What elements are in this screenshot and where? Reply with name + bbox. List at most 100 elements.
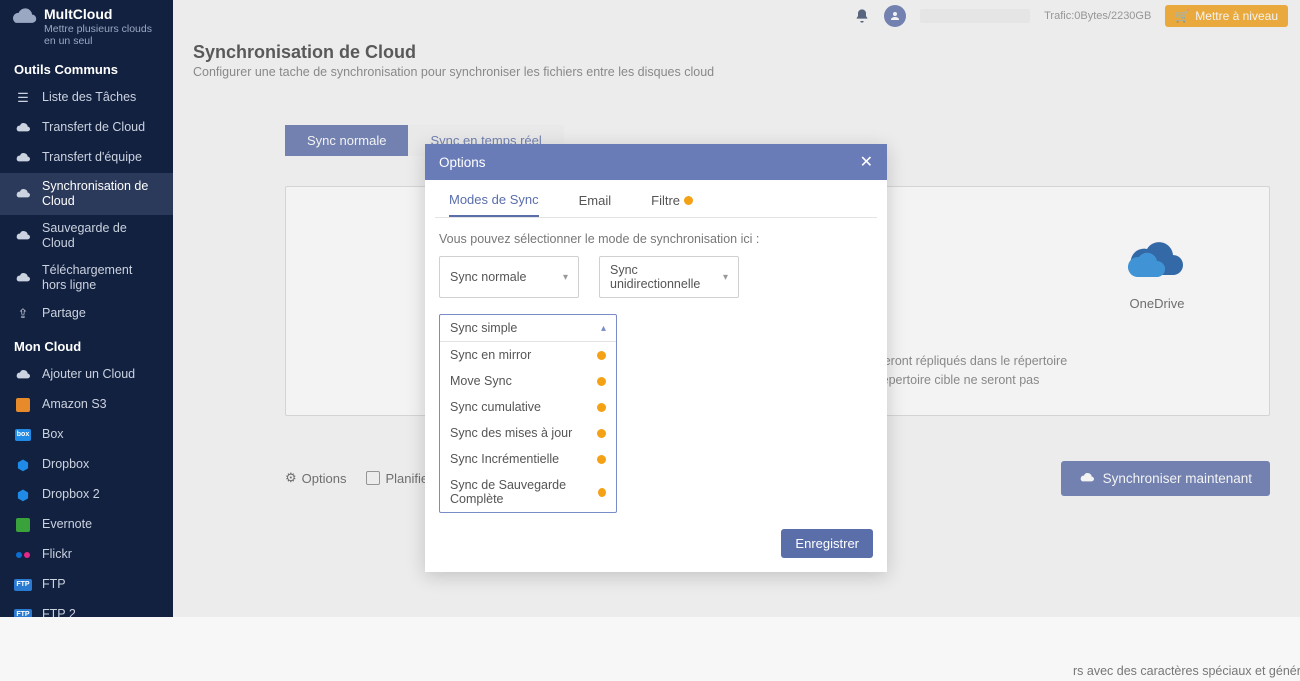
nav-box[interactable]: box Box bbox=[0, 420, 173, 450]
dropdown-item-update[interactable]: Sync des mises à jour bbox=[440, 420, 616, 446]
upgrade-button[interactable]: 🛒 Mettre à niveau bbox=[1165, 5, 1288, 27]
dropdown-item-full-backup[interactable]: Sync de Sauvegarde Complète bbox=[440, 472, 616, 512]
cloud-icon bbox=[14, 149, 32, 167]
cloud-icon bbox=[14, 269, 32, 287]
modal-hint: Vous pouvez sélectionner le mode de sync… bbox=[439, 232, 873, 246]
ftp-icon: FTP bbox=[14, 606, 32, 617]
brand-subtitle: Mettre plusieurs clouds en un seul bbox=[44, 23, 163, 48]
sync-footnote: rs avec des caractères spéciaux et génér… bbox=[1073, 662, 1300, 681]
brand[interactable]: MultCloud Mettre plusieurs clouds en un … bbox=[0, 0, 173, 52]
sync-mode-dropdown-list: Sync en mirror Move Sync Sync cumulative… bbox=[440, 342, 616, 512]
nav-offline-download[interactable]: Téléchargement hors ligne bbox=[0, 257, 173, 299]
evernote-icon bbox=[14, 516, 32, 534]
cloud-icon bbox=[14, 119, 32, 137]
box-icon: box bbox=[14, 426, 32, 444]
nav-label: Flickr bbox=[42, 547, 72, 562]
chevron-down-icon: ▾ bbox=[723, 272, 728, 283]
dropdown-item-mirror[interactable]: Sync en mirror bbox=[440, 342, 616, 368]
amazon-s3-icon bbox=[14, 396, 32, 414]
badge-icon bbox=[597, 351, 606, 360]
tab-filter-label: Filtre bbox=[651, 193, 680, 208]
page-subtitle: Configurer une tache de synchronisation … bbox=[193, 65, 1280, 79]
nav-cloud-backup[interactable]: Sauvegarde de Cloud bbox=[0, 215, 173, 257]
nav-label: FTP bbox=[42, 577, 66, 592]
dropbox-icon: ⬢ bbox=[14, 486, 32, 504]
nav-team-transfer[interactable]: Transfert d'équipe bbox=[0, 143, 173, 173]
dropdown-item-cumulative[interactable]: Sync cumulative bbox=[440, 394, 616, 420]
options-link[interactable]: ⚙ Options bbox=[285, 470, 346, 486]
dropdown-item-move[interactable]: Move Sync bbox=[440, 368, 616, 394]
nav-flickr[interactable]: Flickr bbox=[0, 540, 173, 570]
nav-share[interactable]: ⇪ Partage bbox=[0, 299, 173, 329]
sync-direction-select[interactable]: Sync unidirectionnelle ▾ bbox=[599, 256, 739, 298]
chevron-down-icon: ▾ bbox=[563, 272, 568, 283]
gear-icon: ⚙ bbox=[285, 470, 297, 486]
schedule-toggle[interactable]: Planifier bbox=[366, 471, 432, 486]
ftp-icon: FTP bbox=[14, 576, 32, 594]
onedrive-icon bbox=[1125, 239, 1189, 281]
tab-sync-modes[interactable]: Modes de Sync bbox=[449, 192, 539, 217]
nav-label: Evernote bbox=[42, 517, 92, 532]
username-placeholder bbox=[920, 9, 1030, 23]
tab-normal-sync[interactable]: Sync normale bbox=[285, 125, 408, 156]
sync-type-select[interactable]: Sync normale ▾ bbox=[439, 256, 579, 298]
checkbox-icon bbox=[366, 471, 380, 485]
nav-label: Partage bbox=[42, 306, 86, 321]
nav-ftp[interactable]: FTP FTP bbox=[0, 570, 173, 600]
upgrade-label: Mettre à niveau bbox=[1195, 9, 1278, 23]
target-cloud-label: OneDrive bbox=[1125, 296, 1189, 311]
cloud-sync-icon bbox=[1079, 472, 1095, 484]
nav-amazon-s3[interactable]: Amazon S3 bbox=[0, 390, 173, 420]
dropdown-item-incremental[interactable]: Sync Incrémentielle bbox=[440, 446, 616, 472]
nav-label: Ajouter un Cloud bbox=[42, 367, 135, 382]
nav-ftp-2[interactable]: FTP FTP 2 bbox=[0, 600, 173, 617]
close-icon[interactable]: ✕ bbox=[860, 152, 873, 172]
sync-direction-value: Sync unidirectionnelle bbox=[610, 263, 723, 291]
brand-name: MultCloud bbox=[44, 6, 163, 23]
sync-type-value: Sync normale bbox=[450, 270, 526, 284]
nav-label: Box bbox=[42, 427, 64, 442]
options-label: Options bbox=[302, 471, 347, 486]
target-cloud-onedrive[interactable]: OneDrive bbox=[1125, 239, 1189, 311]
badge-icon bbox=[598, 488, 606, 497]
user-icon bbox=[889, 10, 901, 22]
nav-add-cloud[interactable]: Ajouter un Cloud bbox=[0, 360, 173, 390]
modal-header: Options ✕ bbox=[425, 144, 887, 180]
modal-title: Options bbox=[439, 155, 486, 170]
list-icon: ☰ bbox=[14, 89, 32, 107]
section-my-cloud: Mon Cloud bbox=[0, 329, 173, 360]
nav-dropbox-2[interactable]: ⬢ Dropbox 2 bbox=[0, 480, 173, 510]
mode-select-row: Sync normale ▾ Sync unidirectionnelle ▾ bbox=[439, 256, 873, 298]
nav-label: Dropbox 2 bbox=[42, 487, 100, 502]
sidebar: MultCloud Mettre plusieurs clouds en un … bbox=[0, 0, 173, 617]
traffic-label: Trafic:0Bytes/2230GB bbox=[1044, 10, 1151, 22]
page-title: Synchronisation de Cloud bbox=[193, 42, 1280, 63]
options-modal: Options ✕ Modes de Sync Email Filtre Vou… bbox=[425, 144, 887, 572]
badge-icon bbox=[597, 403, 606, 412]
sync-mode-current-value: Sync simple bbox=[450, 321, 517, 335]
nav-label: Amazon S3 bbox=[42, 397, 107, 412]
nav-cloud-sync[interactable]: Synchronisation de Cloud bbox=[0, 173, 173, 215]
cloud-icon bbox=[14, 185, 32, 203]
share-icon: ⇪ bbox=[14, 305, 32, 323]
badge-icon bbox=[597, 377, 606, 386]
nav-task-list[interactable]: ☰ Liste des Tâches bbox=[0, 83, 173, 113]
nav-label: Liste des Tâches bbox=[42, 90, 136, 105]
modal-body: Vous pouvez sélectionner le mode de sync… bbox=[425, 218, 887, 519]
save-button[interactable]: Enregistrer bbox=[781, 529, 873, 558]
cloud-plus-icon bbox=[14, 366, 32, 384]
nav-cloud-transfer[interactable]: Transfert de Cloud bbox=[0, 113, 173, 143]
flickr-icon bbox=[14, 546, 32, 564]
nav-evernote[interactable]: Evernote bbox=[0, 510, 173, 540]
tab-email[interactable]: Email bbox=[579, 192, 612, 217]
nav-dropbox[interactable]: ⬢ Dropbox bbox=[0, 450, 173, 480]
avatar[interactable] bbox=[884, 5, 906, 27]
sync-now-button[interactable]: Synchroniser maintenant bbox=[1061, 461, 1270, 496]
modal-tabs: Modes de Sync Email Filtre bbox=[435, 180, 877, 218]
notifications-icon[interactable] bbox=[854, 8, 870, 24]
tab-filter[interactable]: Filtre bbox=[651, 192, 693, 217]
nav-label: Transfert d'équipe bbox=[42, 150, 142, 165]
cloud-icon bbox=[14, 227, 32, 245]
cloud-logo-icon bbox=[10, 6, 38, 28]
sync-mode-dropdown-current[interactable]: Sync simple ▴ bbox=[440, 315, 616, 342]
